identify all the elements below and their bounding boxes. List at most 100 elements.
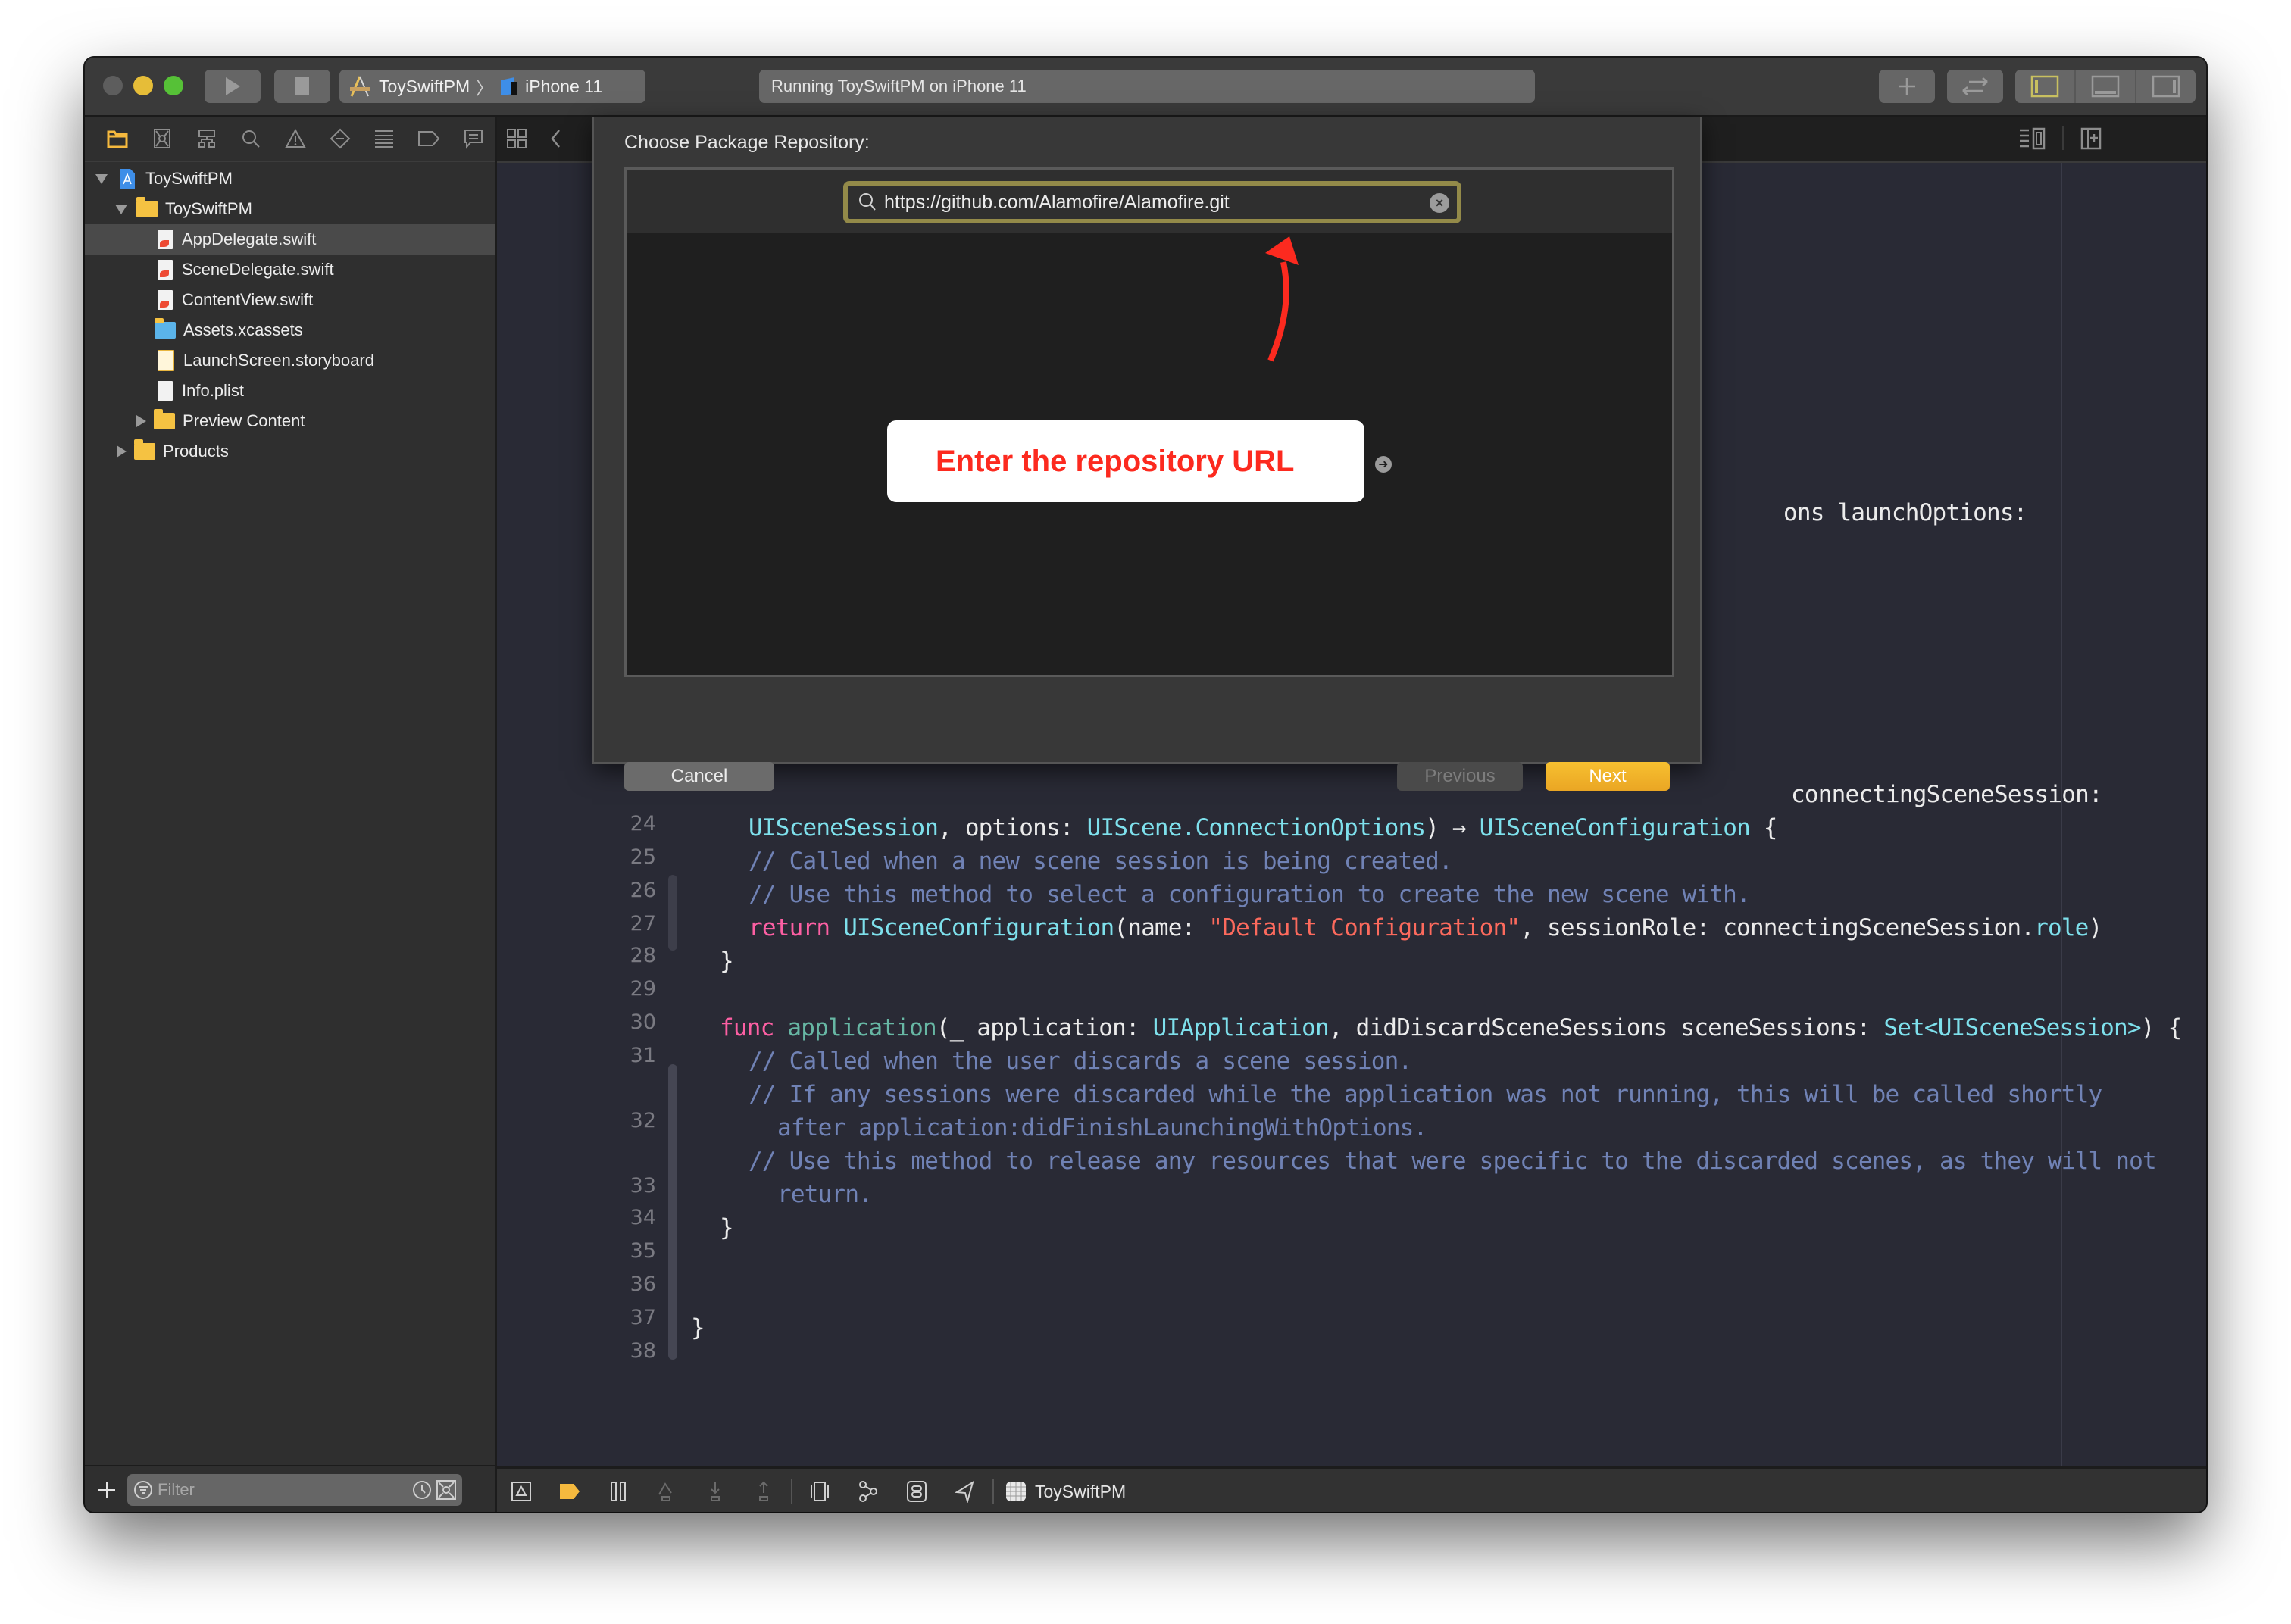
stop-button[interactable] [274,70,330,103]
report-navigator-tab[interactable] [451,123,495,154]
tree-item-file[interactable]: SceneDelegate.swift [85,255,495,285]
disclosure-open-icon[interactable] [95,173,108,184]
search-header: https://github.com/Alamofire/Alamofire.g… [627,170,1672,233]
navigator-toggle-button[interactable] [2015,70,2076,103]
find-navigator-tab[interactable] [229,123,273,154]
source-control-filter-icon[interactable] [436,1480,456,1500]
symbol-navigator-tab[interactable] [184,123,229,154]
tree-item-file[interactable]: LaunchScreen.storyboard [85,345,495,376]
source-control-icon [154,129,170,148]
related-items-icon[interactable] [506,128,527,149]
navigator-filter-field[interactable]: Filter [127,1474,462,1506]
zoom-window-button[interactable] [164,76,183,95]
breakpoints-toggle-button[interactable] [545,1482,594,1501]
library-button[interactable] [1879,70,1935,103]
debug-bar: ToySwiftPM [497,1466,2206,1512]
add-account-arrow-icon[interactable]: ➜ [1374,455,1392,473]
scheme-selector[interactable]: ToySwiftPM 〉 iPhone 11 [339,70,645,103]
environment-overrides-button[interactable] [892,1480,941,1503]
line-number: 32 [630,1109,656,1132]
minimize-window-button[interactable] [133,76,153,95]
issue-navigator-tab[interactable] [273,123,318,154]
debug-target-label: ToySwiftPM [1035,1481,1127,1501]
plus-icon [1899,78,1915,95]
filter-placeholder: Filter [158,1480,195,1499]
hide-debug-area-icon [511,1482,531,1501]
chevron-right-icon: 〉 [476,78,494,98]
code-line-23-cont: UISceneSession, options: UIScene.Connect… [749,814,1777,842]
tree-item-file[interactable]: ContentView.swift [85,285,495,315]
inspector-toggle-icon [2152,75,2180,98]
tree-item-label: Info.plist [182,381,244,400]
recent-files-icon[interactable] [412,1480,432,1500]
tree-item-group[interactable]: Products [85,436,495,467]
device-icon [501,77,518,95]
disclosure-open-icon[interactable] [115,204,127,214]
repository-url-field[interactable]: https://github.com/Alamofire/Alamofire.g… [843,181,1461,223]
tree-item-project[interactable]: ToySwiftPM [85,164,495,194]
run-button[interactable] [205,70,261,103]
target-app-icon [1006,1482,1026,1501]
memory-graph-button[interactable] [844,1480,892,1503]
repository-url-value: https://github.com/Alamofire/Alamofire.g… [884,191,1230,213]
code-line-31-cont: after application:didFinishLaunchingWith… [777,1114,1427,1141]
debug-navigator-tab[interactable] [362,123,407,154]
toolbar: ToySwiftPM 〉 iPhone 11 Running ToySwiftP… [85,58,2206,117]
asset-catalog-icon [155,318,176,339]
project-navigator: ToySwiftPM ToySwiftPM AppDelegate.swift … [85,117,497,1512]
tree-item-label: SceneDelegate.swift [182,260,334,279]
tree-item-file[interactable]: Info.plist [85,376,495,406]
previous-button-label: Previous [1424,766,1496,786]
disclosure-closed-icon[interactable] [136,415,146,427]
debug-list-icon [375,130,394,148]
previous-button[interactable]: Previous [1397,762,1523,791]
clear-search-button[interactable]: × [1430,193,1449,213]
swift-file-icon [158,260,173,280]
add-editor-icon[interactable] [2080,127,2102,150]
run-icon [226,77,240,95]
view-hierarchy-button[interactable] [795,1481,844,1502]
line-number: 28 [630,944,656,967]
activity-view: Running ToySwiftPM on iPhone 11 [759,70,1535,103]
pause-button[interactable] [594,1481,642,1502]
tree-item-group[interactable]: ToySwiftPM [85,194,495,224]
step-over-button[interactable] [642,1481,691,1502]
line-number: 37 [630,1306,656,1329]
tree-item-file[interactable]: Assets.xcassets [85,315,495,345]
step-into-button[interactable] [691,1481,739,1502]
hide-debug-area-button[interactable] [497,1481,545,1502]
tree-item-group[interactable]: Preview Content [85,406,495,436]
add-icon[interactable] [97,1480,117,1500]
close-window-button[interactable] [103,76,123,95]
plist-file-icon [158,381,173,401]
tree-item-file[interactable]: AppDelegate.swift [85,224,495,255]
inspector-toggle-button[interactable] [2136,70,2196,103]
code-line-16: ons launchOptions: [1783,499,2027,526]
test-navigator-tab[interactable] [317,123,362,154]
tree-item-label: Assets.xcassets [183,320,303,339]
search-icon [859,193,876,211]
breakpoint-navigator-tab[interactable] [407,123,452,154]
source-control-navigator-tab[interactable] [140,123,185,154]
code-review-button[interactable] [1947,70,2003,103]
cancel-button[interactable]: Cancel [624,762,774,791]
test-diamond-icon [330,128,351,149]
disclosure-closed-icon[interactable] [117,445,127,458]
back-icon[interactable] [549,128,564,149]
simulate-location-button[interactable] [941,1480,989,1503]
filter-icon [134,1481,152,1499]
tree-item-label: Preview Content [183,411,305,430]
clear-icon: × [1435,195,1444,211]
environment-overrides-icon [907,1481,927,1502]
view-toggles [2015,70,2196,103]
code-line-25: // Use this method to select a configura… [749,881,1751,908]
project-navigator-tab[interactable] [95,123,140,154]
warning-icon [285,129,306,148]
folder-icon [154,409,175,429]
minimap-toggle-icon[interactable] [2018,127,2049,151]
line-number: 24 [630,812,656,835]
line-number: 26 [630,879,656,902]
step-out-button[interactable] [739,1481,788,1502]
next-button[interactable]: Next [1546,762,1670,791]
debug-area-toggle-button[interactable] [2076,70,2136,103]
